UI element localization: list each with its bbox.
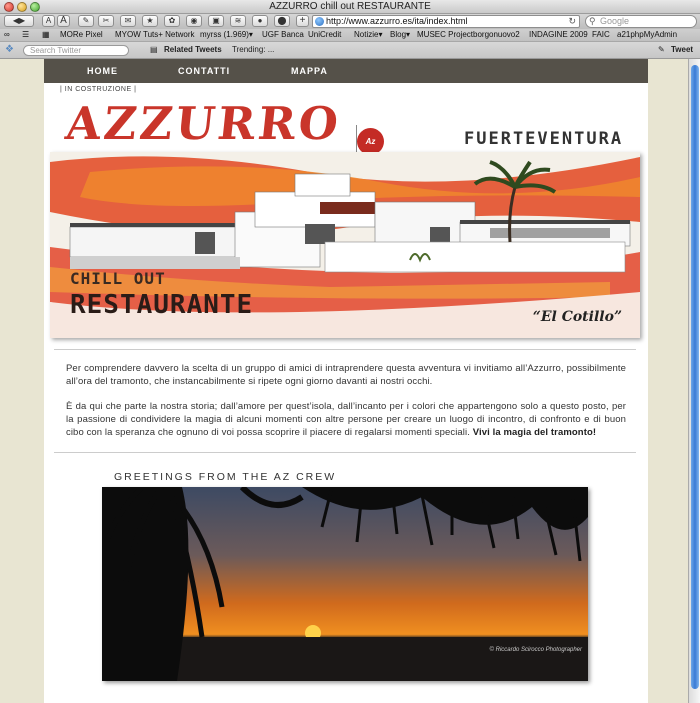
scissors-icon[interactable]: ✂: [98, 15, 114, 27]
tweet-button[interactable]: Tweet: [671, 42, 693, 58]
text-bigger-icon[interactable]: A: [57, 15, 70, 27]
edit-icon[interactable]: ✎: [78, 15, 94, 27]
reload-icon[interactable]: ↻: [568, 16, 576, 27]
top-sites-grid-icon[interactable]: ▦: [42, 29, 50, 41]
window-titlebar: AZZURRO chill out RESTAURANTE: [0, 0, 700, 14]
nav-home[interactable]: HOME: [87, 59, 118, 83]
rss-icon[interactable]: ≋: [230, 15, 246, 27]
address-value: http://www.azzurro.es/ita/index.html: [326, 16, 468, 26]
bookmark-myrss[interactable]: myrss (1.969)▾: [200, 29, 253, 41]
bookmark-borgonuovo2[interactable]: borgonuovo2: [473, 29, 520, 41]
hero-tagline-restaurante: RESTAURANTE: [70, 290, 254, 320]
page-container: HOME CONTATTI MAPPA | IN COSTRUZIONE | A…: [44, 59, 648, 703]
construction-status: | IN COSTRUZIONE |: [60, 86, 137, 93]
hero-place-name: “El Cotillo”: [532, 309, 622, 325]
scrollbar-thumb[interactable]: [691, 65, 699, 689]
bookmark-more-pixel[interactable]: MORe Pixel: [60, 29, 103, 41]
bookmark-ugf-banca[interactable]: UGF Banca: [262, 29, 304, 41]
bookmark-a21phpmyadmin[interactable]: a21phpMyAdmin: [617, 29, 677, 41]
bug-icon[interactable]: ✿: [164, 15, 180, 27]
open-book-icon[interactable]: ☰: [22, 29, 29, 41]
comment-icon: ▤: [150, 45, 158, 54]
wand-icon[interactable]: ★: [142, 15, 158, 27]
vertical-scrollbar[interactable]: [688, 59, 700, 703]
bookmark-musec-project[interactable]: MUSEC Project: [417, 29, 473, 41]
az-badge-logo: Az: [357, 128, 384, 155]
search-icon: ⚲: [589, 16, 596, 26]
text-smaller-icon[interactable]: A: [42, 15, 55, 27]
bookmark-faic[interactable]: FAIC: [592, 29, 610, 41]
page-viewport: HOME CONTATTI MAPPA | IN COSTRUZIONE | A…: [0, 59, 700, 703]
photo-credit: © Riccardo Scirocco Photographer: [489, 647, 582, 653]
reading-glasses-icon[interactable]: ∞: [4, 29, 10, 41]
nav-contatti[interactable]: CONTATTI: [178, 59, 230, 83]
trending-label: Trending: ...: [232, 45, 275, 54]
nav-mappa[interactable]: MAPPA: [291, 59, 328, 83]
screen-icon[interactable]: ▣: [208, 15, 224, 27]
stop-icon[interactable]: ⬤: [274, 15, 290, 27]
pencil-icon: ✎: [658, 45, 665, 54]
bookmark-blog[interactable]: Blog▾: [390, 29, 410, 41]
mail-icon[interactable]: ✉: [120, 15, 136, 27]
bookmark-notizie[interactable]: Notizie▾: [354, 29, 382, 41]
globe-icon: [315, 17, 324, 26]
greetings-heading: GREETINGS FROM THE AZ CREW: [114, 471, 337, 483]
add-bookmark-icon[interactable]: +: [296, 15, 309, 27]
record-icon[interactable]: ◉: [186, 15, 202, 27]
main-nav: HOME CONTATTI MAPPA: [44, 59, 648, 83]
story-highlight: Vivi la magia del tramonto!: [472, 427, 597, 438]
bird-icon: ❖: [5, 44, 14, 55]
divider-bottom: [54, 452, 636, 453]
search-placeholder: Google: [600, 16, 630, 26]
bookmarks-bar: ∞ ☰ ▦ MORe Pixel MYOW Tuts+ Network myrs…: [0, 29, 700, 42]
divider-top: [54, 349, 636, 350]
disc-icon[interactable]: ●: [252, 15, 268, 27]
address-field[interactable]: http://www.azzurro.es/ita/index.html ↻: [312, 15, 580, 28]
brand-logo-text: AZZURRO: [63, 97, 344, 150]
twitter-search-input[interactable]: Search Twitter: [23, 45, 129, 56]
browser-toolbar: ◀▶ A A ✎ ✂ ✉ ★ ✿ ◉ ▣ ≋ ● ⬤ + http://www.…: [0, 14, 700, 29]
intro-paragraph: Per comprendere davvero la scelta di un …: [66, 363, 626, 387]
hero-tagline-chill-out: CHILL OUT: [70, 269, 166, 288]
bookmark-unicredit[interactable]: UniCredit: [308, 29, 341, 41]
search-field[interactable]: ⚲ Google: [585, 15, 697, 28]
hero-banner-image: CHILL OUT RESTAURANTE “El Cotillo”: [50, 152, 640, 338]
window-title: AZZURRO chill out RESTAURANTE: [269, 1, 431, 12]
back-forward-buttons[interactable]: ◀▶: [4, 15, 34, 27]
story-paragraph: È da qui che parte la nostra storia; dal…: [66, 400, 626, 439]
bookmark-tuts-network[interactable]: Tuts+ Network: [143, 29, 195, 41]
location-title: FUERTEVENTURA: [464, 129, 624, 149]
sunset-photo: © Riccardo Scirocco Photographer: [102, 487, 588, 681]
twitter-bar: ❖ Search Twitter ▤ Related Tweets Trendi…: [0, 42, 700, 59]
related-tweets-button[interactable]: Related Tweets: [164, 42, 222, 58]
bookmark-myow[interactable]: MYOW: [115, 29, 141, 41]
bookmark-indagine-2009[interactable]: INDAGINE 2009: [529, 29, 588, 41]
